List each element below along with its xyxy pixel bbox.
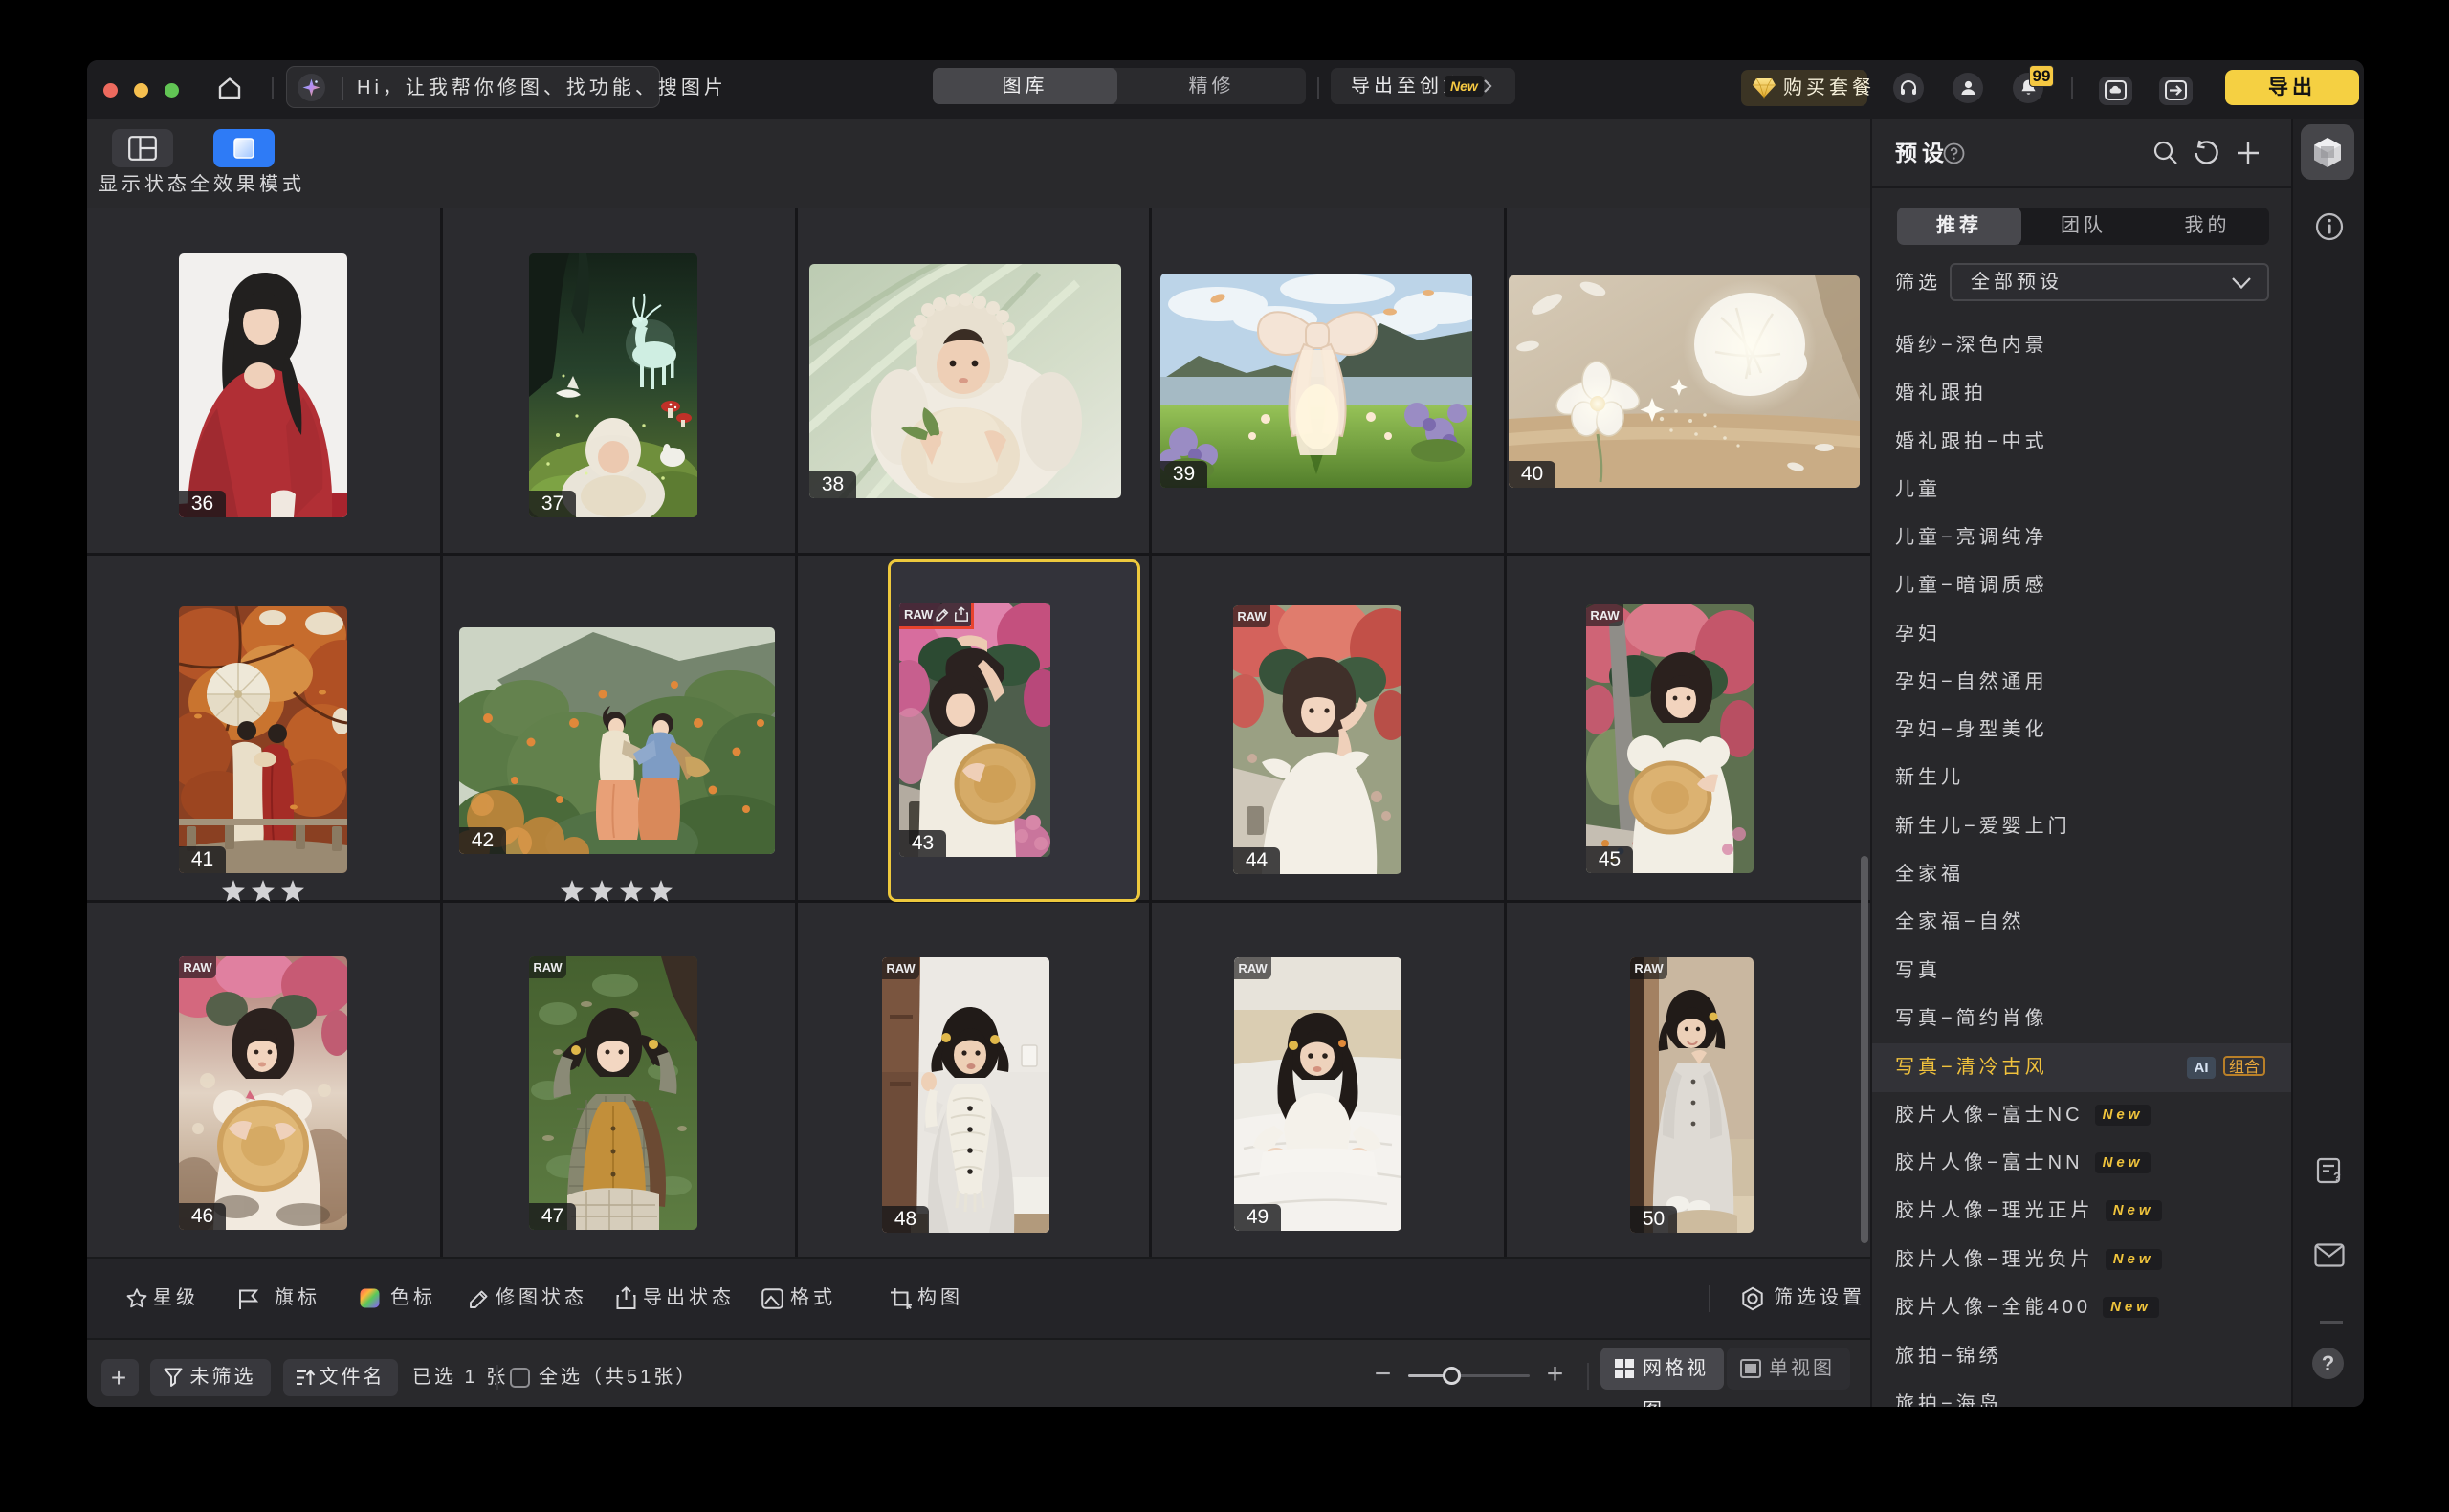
- svg-text:?: ?: [2333, 1170, 2341, 1184]
